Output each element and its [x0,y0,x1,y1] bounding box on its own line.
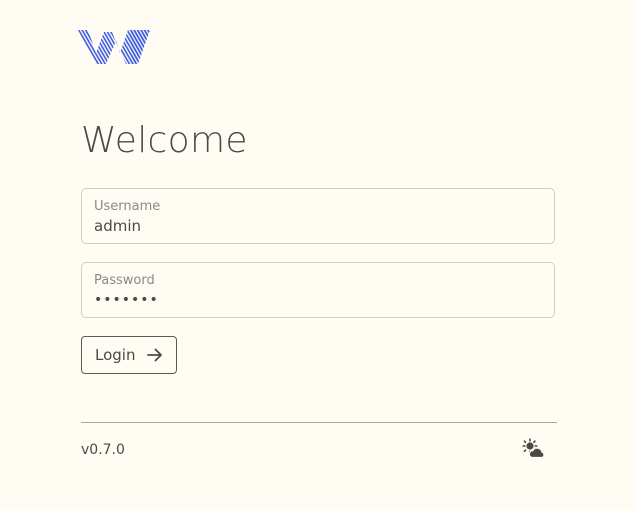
username-input[interactable] [94,216,534,236]
login-button-label: Login [95,346,136,364]
arrow-right-icon [147,348,163,362]
password-input[interactable]: ••••••• [94,290,534,310]
page-title: Welcome [81,120,248,161]
password-field[interactable]: Password ••••••• [81,262,555,318]
footer-divider [81,422,557,423]
sun-cloud-icon[interactable] [522,438,546,460]
w-logo-icon [78,30,150,64]
version-label: v0.7.0 [81,442,125,458]
login-button[interactable]: Login [81,336,177,374]
login-page: Welcome Username Password ••••••• Login … [0,0,635,510]
username-field[interactable]: Username [81,188,555,244]
username-label: Username [94,199,161,214]
password-label: Password [94,273,155,288]
